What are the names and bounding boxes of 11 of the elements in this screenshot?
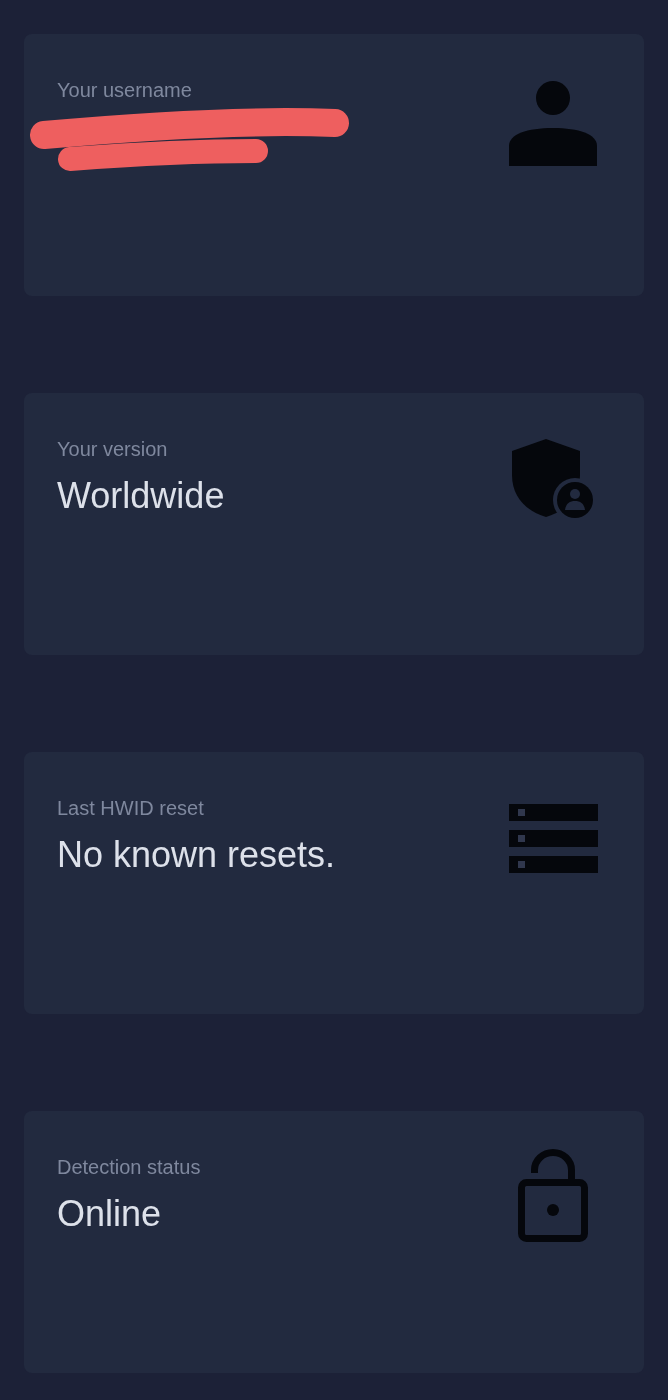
person-icon	[509, 80, 597, 166]
card-label: Your username	[57, 78, 192, 102]
unlocked-padlock-icon	[518, 1149, 588, 1242]
card-label: Your version	[57, 437, 168, 461]
server-icon	[508, 804, 598, 873]
card-label: Last HWID reset	[57, 796, 204, 820]
card-value: No known resets.	[57, 833, 336, 877]
card-value: Online	[57, 1192, 162, 1236]
shield-user-icon	[512, 439, 594, 519]
card-label: Detection status	[57, 1155, 201, 1179]
card-value: Worldwide	[57, 474, 225, 518]
